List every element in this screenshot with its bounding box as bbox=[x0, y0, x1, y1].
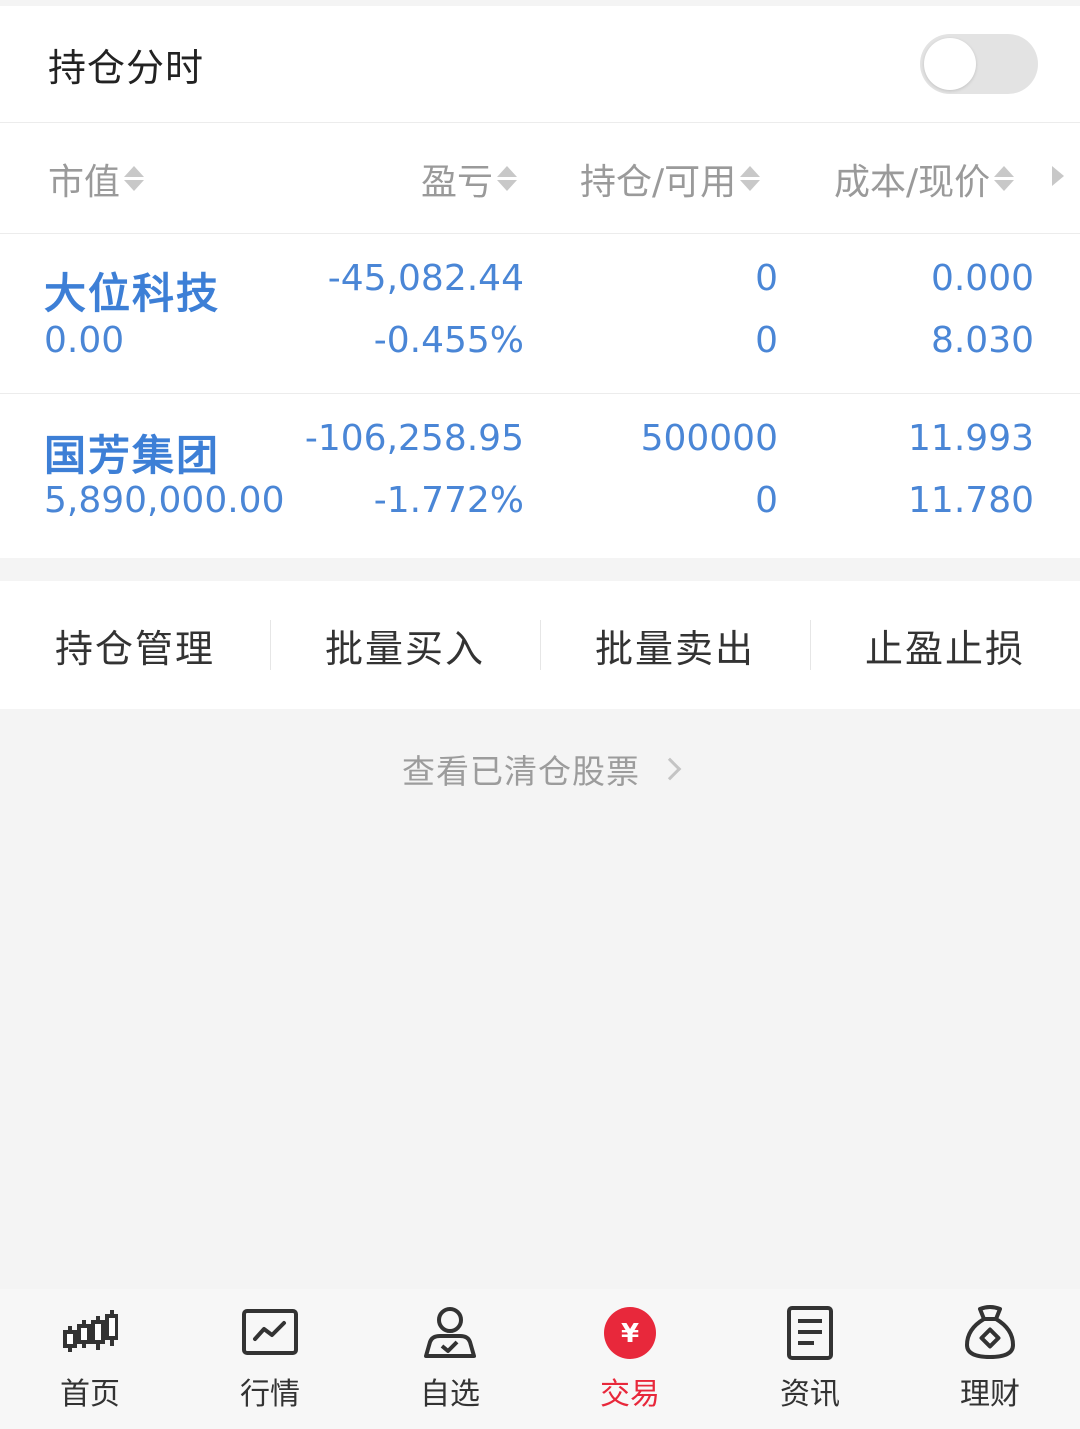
cost-price: 0.000 bbox=[930, 258, 1034, 299]
yuan-circle-icon: ¥ bbox=[600, 1303, 660, 1363]
position-timeshare-row: 持仓分时 bbox=[0, 6, 1080, 123]
sort-market-value[interactable]: 市值 bbox=[48, 123, 145, 234]
sort-position[interactable]: 持仓/可用 bbox=[580, 123, 761, 234]
sort-cost-price[interactable]: 成本/现价 bbox=[834, 123, 1015, 234]
header-cost-price: 成本/现价 bbox=[834, 161, 991, 203]
document-icon bbox=[780, 1303, 840, 1363]
chevron-right-icon bbox=[658, 757, 682, 781]
nav-wealth[interactable]: 理财 bbox=[900, 1289, 1080, 1429]
nav-watchlist[interactable]: 自选 bbox=[360, 1289, 540, 1429]
sort-icon bbox=[994, 166, 1015, 191]
nav-home[interactable]: 首页 bbox=[0, 1289, 180, 1429]
pnl-percent: -0.455% bbox=[373, 320, 524, 361]
current-price: 8.030 bbox=[930, 320, 1034, 361]
svg-text:¥: ¥ bbox=[621, 1319, 639, 1349]
candlestick-icon bbox=[60, 1303, 120, 1363]
market-value: 5,890,000.00 bbox=[44, 480, 285, 521]
available-qty: 0 bbox=[755, 480, 778, 521]
market-value: 0.00 bbox=[44, 320, 125, 361]
cost-price: 11.993 bbox=[908, 418, 1034, 459]
nav-label: 首页 bbox=[60, 1377, 120, 1412]
header-pnl: 盈亏 bbox=[421, 161, 494, 203]
action-bar: 持仓管理 批量买入 批量卖出 止盈止损 bbox=[0, 581, 1080, 709]
position-qty: 500000 bbox=[640, 418, 778, 459]
stock-name: 大位科技 bbox=[44, 269, 221, 318]
take-profit-stop-loss-button[interactable]: 止盈止损 bbox=[810, 618, 1080, 673]
pnl-amount: -106,258.95 bbox=[304, 418, 524, 459]
positions-table-header: 市值 盈亏 持仓/可用 成本/现价 bbox=[0, 123, 1080, 234]
nav-news[interactable]: 资讯 bbox=[720, 1289, 900, 1429]
pnl-percent: -1.772% bbox=[373, 480, 524, 521]
sort-icon bbox=[124, 166, 145, 191]
view-cleared-stocks-label: 查看已清仓股票 bbox=[402, 752, 640, 791]
positions-page: 持仓分时 市值 盈亏 持仓/可用 成本/现价 大位科技 0.00 -45,082… bbox=[0, 0, 1080, 1429]
nav-label: 自选 bbox=[420, 1377, 480, 1412]
position-timeshare-switch[interactable] bbox=[920, 34, 1038, 94]
batch-sell-button[interactable]: 批量卖出 bbox=[540, 618, 810, 673]
nav-market[interactable]: 行情 bbox=[180, 1289, 360, 1429]
position-management-button[interactable]: 持仓管理 bbox=[0, 618, 270, 673]
nav-label: 资讯 bbox=[780, 1377, 840, 1412]
scroll-right-arrow-icon[interactable] bbox=[1052, 166, 1064, 186]
switch-knob bbox=[924, 38, 976, 90]
position-qty: 0 bbox=[755, 258, 778, 299]
position-timeshare-label: 持仓分时 bbox=[48, 45, 205, 90]
bottom-nav: 首页 行情 自选 ¥ 交易 资讯 理财 bbox=[0, 1289, 1080, 1429]
sort-icon bbox=[740, 166, 761, 191]
current-price: 11.780 bbox=[908, 480, 1034, 521]
stock-name: 国芳集团 bbox=[44, 431, 221, 480]
money-bag-icon bbox=[960, 1303, 1020, 1363]
person-check-icon bbox=[420, 1303, 480, 1363]
header-position: 持仓/可用 bbox=[580, 161, 737, 203]
nav-label: 行情 bbox=[240, 1377, 300, 1412]
table-row[interactable]: 大位科技 0.00 -45,082.44 -0.455% 0 0 0.000 8… bbox=[0, 234, 1080, 394]
nav-label: 理财 bbox=[960, 1377, 1020, 1412]
nav-label: 交易 bbox=[600, 1377, 660, 1412]
chart-line-icon bbox=[240, 1303, 300, 1363]
sort-icon bbox=[497, 166, 518, 191]
header-market-value: 市值 bbox=[48, 161, 121, 203]
section-gap bbox=[0, 558, 1080, 581]
table-row[interactable]: 国芳集团 5,890,000.00 -106,258.95 -1.772% 50… bbox=[0, 394, 1080, 558]
pnl-amount: -45,082.44 bbox=[327, 258, 524, 299]
available-qty: 0 bbox=[755, 320, 778, 361]
batch-buy-button[interactable]: 批量买入 bbox=[270, 618, 540, 673]
nav-trade[interactable]: ¥ 交易 bbox=[540, 1289, 720, 1429]
sort-pnl[interactable]: 盈亏 bbox=[421, 123, 518, 234]
view-cleared-stocks-link[interactable]: 查看已清仓股票 bbox=[0, 709, 1080, 829]
